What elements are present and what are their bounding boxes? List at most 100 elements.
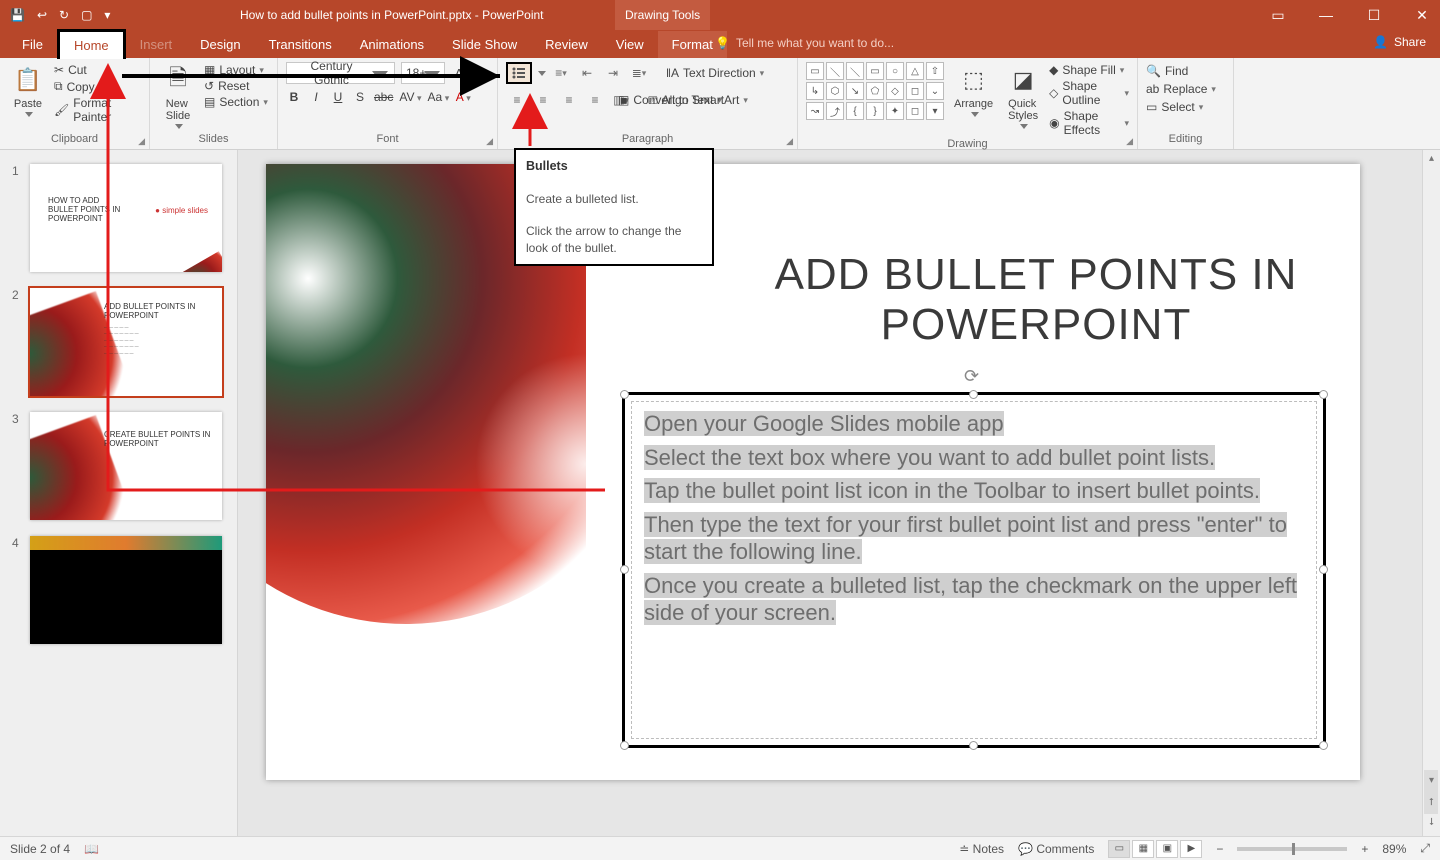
tab-transitions[interactable]: Transitions (255, 31, 346, 58)
slide-canvas[interactable]: ADD BULLET POINTS INPOWERPOINT ⟳ Open yo… (266, 164, 1360, 780)
bullets-button[interactable] (506, 62, 532, 84)
next-slide-icon[interactable]: ⭣ (1423, 814, 1440, 832)
sorter-view-icon[interactable]: ▦ (1132, 840, 1154, 858)
redo-icon[interactable]: ↻ (59, 8, 69, 22)
numbering-button[interactable]: ≡ (550, 63, 572, 83)
resize-handle[interactable] (620, 565, 629, 574)
slide-editor[interactable]: ADD BULLET POINTS INPOWERPOINT ⟳ Open yo… (238, 150, 1440, 836)
underline-button[interactable]: U (330, 90, 346, 104)
ribbon-display-icon[interactable]: ▭ (1266, 7, 1290, 24)
notes-button[interactable]: ≐ Notes (959, 842, 1004, 856)
resize-handle[interactable] (620, 741, 629, 750)
shadow-button[interactable]: S (352, 90, 368, 104)
dialog-launcher-icon[interactable]: ◢ (1126, 136, 1133, 147)
save-icon[interactable]: 💾 (10, 8, 25, 22)
text-direction-button[interactable]: ǁA Text Direction (666, 65, 764, 81)
tab-animations[interactable]: Animations (346, 31, 438, 58)
tab-slideshow[interactable]: Slide Show (438, 31, 531, 58)
dialog-launcher-icon[interactable]: ◢ (138, 136, 145, 147)
tab-file[interactable]: File (8, 31, 57, 58)
shapes-gallery[interactable]: ▭＼＼▭○△⇧ ↳⬡↘⬠◇◻⌄ ↝⤴{}✦◻▾ (806, 62, 944, 120)
shrink-font-icon[interactable]: A (473, 68, 489, 79)
reset-button[interactable]: ↺ Reset (204, 78, 268, 94)
section-button[interactable]: ▤ Section (204, 94, 268, 110)
slide-thumbnail-4[interactable] (30, 536, 222, 644)
bullets-dropdown-icon[interactable] (538, 71, 546, 76)
scroll-down-icon[interactable]: ▾ (1423, 772, 1440, 790)
change-case-button[interactable]: Aa (428, 90, 450, 104)
zoom-slider[interactable] (1237, 847, 1347, 851)
shape-fill-button[interactable]: ◆ Shape Fill (1049, 62, 1129, 78)
qat-more-icon[interactable]: ▾ (104, 8, 110, 22)
reading-view-icon[interactable]: ▣ (1156, 840, 1178, 858)
zoom-out-button[interactable]: − (1216, 842, 1223, 856)
paste-button[interactable]: 📋 Paste (8, 62, 48, 119)
tab-review[interactable]: Review (531, 31, 602, 58)
resize-handle[interactable] (969, 390, 978, 399)
resize-handle[interactable] (1319, 390, 1328, 399)
resize-handle[interactable] (1319, 741, 1328, 750)
new-slide-button[interactable]: 🗎 New Slide (158, 62, 198, 131)
minimize-icon[interactable]: — (1314, 7, 1338, 24)
dialog-launcher-icon[interactable]: ◢ (486, 136, 493, 147)
shape-effects-button[interactable]: ◉ Shape Effects (1049, 108, 1129, 138)
fit-to-window-icon[interactable]: ⤢ (1420, 841, 1430, 856)
rotate-handle-icon[interactable]: ⟳ (964, 366, 979, 387)
close-icon[interactable]: ✕ (1410, 7, 1434, 24)
slideshow-view-icon[interactable]: ▶ (1180, 840, 1202, 858)
content-textbox[interactable]: Open your Google Slides mobile app Selec… (622, 392, 1326, 748)
start-from-beginning-icon[interactable]: ▢ (81, 8, 92, 22)
align-left-button[interactable]: ≡ (506, 90, 528, 110)
maximize-icon[interactable]: ☐ (1362, 7, 1386, 24)
justify-button[interactable]: ≡ (584, 90, 606, 110)
slide-counter[interactable]: Slide 2 of 4 (10, 842, 70, 856)
resize-handle[interactable] (1319, 565, 1328, 574)
bold-button[interactable]: B (286, 90, 302, 104)
char-spacing-button[interactable]: AV (399, 90, 421, 104)
cut-button[interactable]: ✂ Cut (54, 62, 141, 78)
grow-font-icon[interactable]: A (451, 66, 467, 81)
replace-button[interactable]: ab Replace (1146, 80, 1225, 98)
copy-button[interactable]: ⧉ Copy (54, 78, 141, 95)
increase-indent-button[interactable]: ⇥ (602, 63, 624, 83)
layout-button[interactable]: ▦ Layout (204, 62, 268, 78)
tab-home[interactable]: Home (57, 29, 126, 59)
convert-smartart-button[interactable]: ▣ Convert to SmartArt (618, 92, 789, 108)
align-right-button[interactable]: ≡ (558, 90, 580, 110)
vertical-scrollbar[interactable]: ▴ ▾ ⭡ ⭣ (1422, 150, 1440, 836)
prev-slide-icon[interactable]: ⭡ (1423, 794, 1440, 812)
font-size-combo[interactable]: 18+ (401, 62, 445, 84)
undo-icon[interactable]: ↩ (37, 8, 47, 22)
dialog-launcher-icon[interactable]: ◢ (786, 136, 793, 147)
find-button[interactable]: 🔍 Find (1146, 62, 1225, 80)
font-name-combo[interactable]: Century Gothic (286, 62, 395, 84)
resize-handle[interactable] (620, 390, 629, 399)
select-button[interactable]: ▭ Select (1146, 98, 1225, 116)
align-center-button[interactable]: ≡ (532, 90, 554, 110)
tab-view[interactable]: View (602, 31, 658, 58)
tab-design[interactable]: Design (186, 31, 254, 58)
slide-thumbnail-2[interactable]: ADD BULLET POINTS IN POWERPOINT — — — — … (30, 288, 222, 396)
format-painter-button[interactable]: 🖌 Format Painter (54, 95, 141, 125)
shape-outline-button[interactable]: ◇ Shape Outline (1049, 78, 1129, 108)
zoom-percent[interactable]: 89% (1382, 842, 1406, 856)
comments-button[interactable]: 💬 Comments (1018, 842, 1094, 856)
slide-thumbnail-1[interactable]: HOW TO ADDBULLET POINTS INPOWERPOINT ● s… (30, 164, 222, 272)
scroll-up-icon[interactable]: ▴ (1423, 150, 1440, 168)
spellcheck-icon[interactable]: 📖 (84, 842, 99, 856)
font-color-button[interactable]: A (455, 90, 471, 104)
resize-handle[interactable] (969, 741, 978, 750)
tell-me-search[interactable]: 💡 Tell me what you want to do... (715, 36, 894, 50)
line-spacing-button[interactable]: ≣ (628, 63, 650, 83)
zoom-in-button[interactable]: + (1361, 842, 1368, 856)
strikethrough-button[interactable]: abc (374, 90, 393, 104)
italic-button[interactable]: I (308, 90, 324, 104)
quick-styles-button[interactable]: ◪Quick Styles (1003, 62, 1043, 131)
tab-insert[interactable]: Insert (126, 31, 187, 58)
arrange-button[interactable]: ⬚Arrange (950, 62, 997, 119)
slide-thumbnail-3[interactable]: CREATE BULLET POINTS IN POWERPOINT (30, 412, 222, 520)
decrease-indent-button[interactable]: ⇤ (576, 63, 598, 83)
normal-view-icon[interactable]: ▭ (1108, 840, 1130, 858)
slide-title[interactable]: ADD BULLET POINTS INPOWERPOINT (726, 250, 1346, 350)
share-button[interactable]: 👤 Share (1373, 35, 1426, 49)
